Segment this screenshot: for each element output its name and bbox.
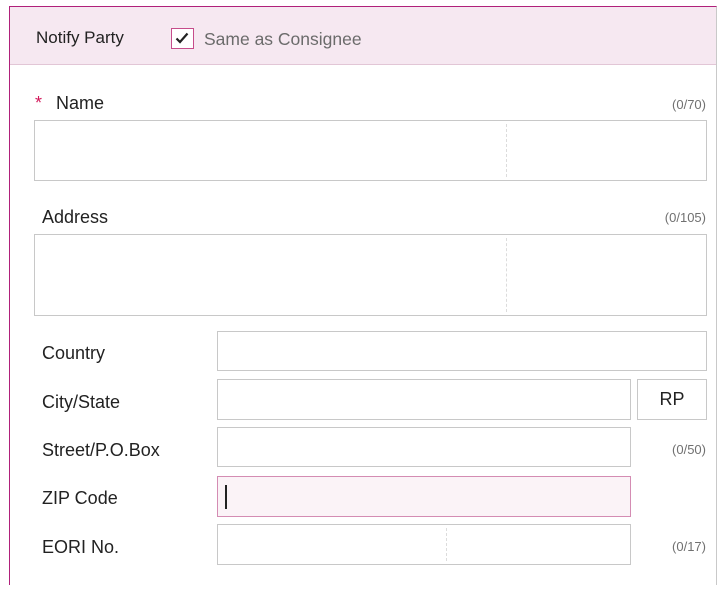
- section-title: Notify Party: [36, 28, 124, 47]
- state-code-value: RP: [659, 389, 685, 409]
- country-input[interactable]: [217, 331, 707, 371]
- street-input[interactable]: [217, 427, 631, 467]
- eori-input[interactable]: [217, 524, 631, 565]
- input-divider: [506, 124, 507, 177]
- street-label: Street/P.O.Box: [42, 440, 160, 460]
- eori-label: EORI No.: [42, 537, 120, 557]
- city-state-label: City/State: [42, 392, 121, 412]
- address-input[interactable]: [34, 234, 707, 316]
- text-caret: [225, 485, 227, 509]
- notify-party-panel: Notify Party Same as Consignee * Name (0…: [9, 6, 717, 585]
- required-indicator: *: [35, 93, 43, 113]
- input-divider: [506, 238, 507, 312]
- address-label: Address: [42, 207, 109, 227]
- country-label: Country: [42, 343, 106, 363]
- zip-label: ZIP Code: [42, 488, 118, 508]
- section-header: Notify Party Same as Consignee: [10, 7, 716, 65]
- name-input[interactable]: [34, 120, 707, 181]
- same-as-consignee-label[interactable]: Same as Consignee: [204, 29, 362, 50]
- state-code-input[interactable]: RP: [637, 379, 707, 420]
- address-char-counter: (0/105): [664, 210, 706, 225]
- city-input[interactable]: [217, 379, 631, 420]
- eori-char-counter: (0/17): [672, 539, 706, 554]
- checkmark-icon: [175, 32, 189, 44]
- same-as-consignee-checkbox[interactable]: [171, 28, 194, 49]
- name-char-counter: (0/70): [672, 97, 706, 112]
- input-divider: [446, 528, 447, 561]
- name-label: Name: [56, 93, 105, 113]
- street-char-counter: (0/50): [672, 442, 706, 457]
- zip-input[interactable]: [217, 476, 631, 517]
